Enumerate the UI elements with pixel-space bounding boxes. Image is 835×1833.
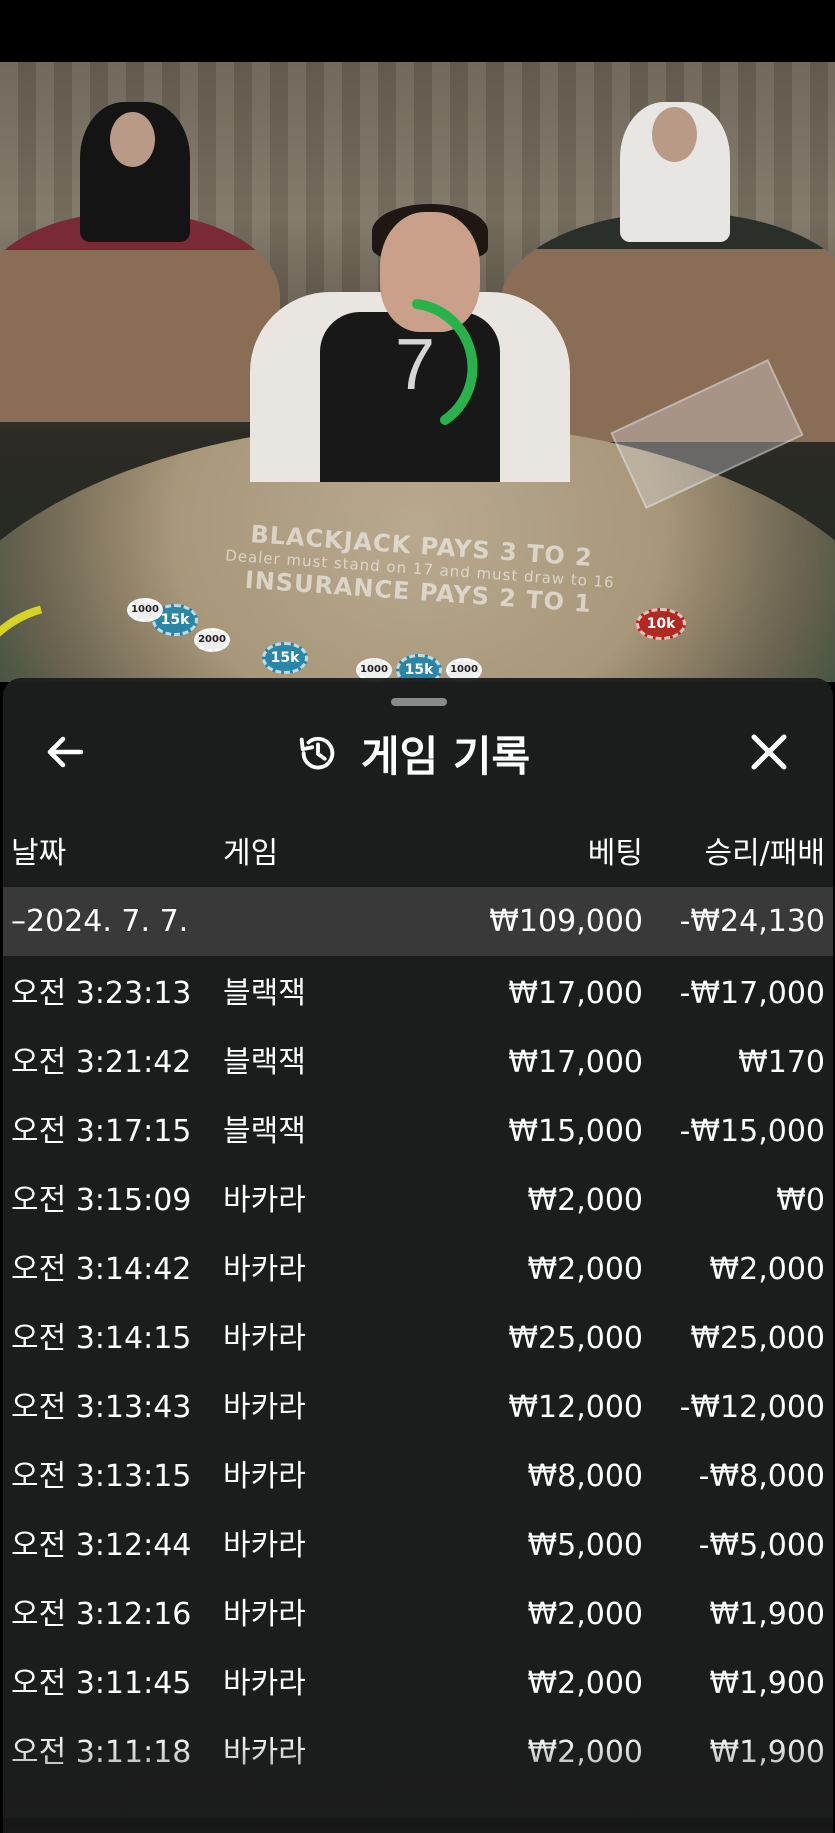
history-row[interactable]: 오전 3:13:15 바카라 ₩8,000 -₩8,000 [3, 1442, 833, 1511]
row-win-loss: -₩12,000 [679, 1390, 825, 1425]
countdown-timer: 7 [394, 325, 436, 405]
history-row[interactable]: 오전 3:13:43 바카라 ₩12,000 -₩12,000 [3, 1373, 833, 1442]
row-time: 오전 3:23:13 [11, 976, 192, 1011]
row-game: 바카라 [223, 1459, 306, 1494]
row-win-loss: ₩1,900 [709, 1597, 825, 1632]
panel-title: 게임 기록 [361, 731, 531, 781]
history-row[interactable]: 오전 3:21:42 블랙잭 ₩17,000 ₩170 [3, 1028, 833, 1097]
row-game: 바카라 [223, 1321, 306, 1356]
row-win-loss: ₩2,000 [709, 1252, 825, 1287]
live-dealer-video: BLACKJACK PAYS 3 TO 2 Dealer must stand … [0, 62, 835, 682]
row-time: 오전 3:21:42 [11, 1045, 192, 1080]
history-row[interactable]: 오전 3:14:42 바카라 ₩2,000 ₩2,000 [3, 1235, 833, 1304]
history-clock-icon [299, 736, 335, 770]
row-bet: ₩12,000 [508, 1390, 643, 1425]
history-row[interactable]: 오전 3:17:15 블랙잭 ₩15,000 -₩15,000 [3, 1097, 833, 1166]
column-header-game: 게임 [223, 836, 279, 871]
row-time: 오전 3:14:42 [11, 1252, 192, 1287]
row-bet: ₩15,000 [508, 1114, 643, 1149]
row-game: 바카라 [223, 1597, 306, 1632]
chip: 10k [636, 608, 686, 640]
row-game: 바카라 [223, 1390, 306, 1425]
row-game: 블랙잭 [223, 1114, 306, 1149]
row-time: 오전 3:12:16 [11, 1597, 192, 1632]
list-fade-overlay [3, 1733, 833, 1833]
row-time: 오전 3:11:45 [11, 1666, 192, 1701]
column-header-bet: 베팅 [587, 836, 643, 871]
chip: 1000 [127, 598, 163, 622]
row-win-loss: -₩5,000 [698, 1528, 825, 1563]
row-win-loss: -₩17,000 [679, 976, 825, 1011]
arrow-left-icon[interactable] [41, 728, 89, 776]
status-bar [0, 0, 835, 62]
history-row[interactable]: 오전 3:12:16 바카라 ₩2,000 ₩1,900 [3, 1580, 833, 1649]
history-row[interactable]: 오전 3:11:45 바카라 ₩2,000 ₩1,900 [3, 1649, 833, 1718]
row-win-loss: ₩170 [738, 1045, 825, 1080]
row-time: 오전 3:17:15 [11, 1114, 192, 1149]
column-header-win-loss: 승리/패배 [704, 836, 825, 871]
row-bet: ₩8,000 [527, 1459, 643, 1494]
row-game: 바카라 [223, 1183, 306, 1218]
row-time: 오전 3:13:15 [11, 1459, 192, 1494]
row-time: 오전 3:14:15 [11, 1321, 192, 1356]
history-row[interactable]: 오전 3:23:13 블랙잭 ₩17,000 -₩17,000 [3, 959, 833, 1028]
row-win-loss: -₩15,000 [679, 1114, 825, 1149]
history-row[interactable]: 오전 3:14:15 바카라 ₩25,000 ₩25,000 [3, 1304, 833, 1373]
row-time: 오전 3:15:09 [11, 1183, 192, 1218]
row-bet: ₩2,000 [527, 1183, 643, 1218]
row-bet: ₩5,000 [527, 1528, 643, 1563]
history-row[interactable]: 오전 3:12:44 바카라 ₩5,000 -₩5,000 [3, 1511, 833, 1580]
chip: 15k [262, 642, 308, 674]
day-summary-row[interactable]: –2024. 7. 7. ₩109,000 -₩24,130 [3, 887, 833, 956]
row-game: 블랙잭 [223, 1045, 306, 1080]
row-bet: ₩17,000 [508, 1045, 643, 1080]
summary-win-loss: -₩24,130 [679, 904, 825, 939]
row-win-loss: ₩1,900 [709, 1666, 825, 1701]
panel-title-group: 게임 기록 [295, 718, 530, 788]
row-bet: ₩2,000 [527, 1597, 643, 1632]
row-time: 오전 3:12:44 [11, 1528, 192, 1563]
row-bet: ₩17,000 [508, 976, 643, 1011]
panel-header: 게임 기록 [3, 718, 833, 788]
game-history-panel: 게임 기록 날짜 게임 베팅 승리/패배 –2024. 7. 7. ₩109,0… [3, 678, 833, 1833]
row-bet: ₩2,000 [527, 1666, 643, 1701]
row-game: 바카라 [223, 1252, 306, 1287]
row-win-loss: ₩25,000 [690, 1321, 825, 1356]
row-time: 오전 3:13:43 [11, 1390, 192, 1425]
row-win-loss: -₩8,000 [698, 1459, 825, 1494]
history-row[interactable]: 오전 3:15:09 바카라 ₩2,000 ₩0 [3, 1166, 833, 1235]
column-header-date: 날짜 [11, 836, 67, 871]
drag-handle[interactable] [391, 698, 447, 706]
chip: 2000 [194, 628, 230, 652]
summary-bet: ₩109,000 [489, 904, 643, 939]
background-dealer-right [620, 102, 730, 242]
row-game: 바카라 [223, 1666, 306, 1701]
row-bet: ₩2,000 [527, 1252, 643, 1287]
row-game: 바카라 [223, 1528, 306, 1563]
row-game: 블랙잭 [223, 976, 306, 1011]
background-dealer-left [80, 102, 190, 242]
row-bet: ₩25,000 [508, 1321, 643, 1356]
summary-date: –2024. 7. 7. [11, 904, 189, 939]
row-win-loss: ₩0 [776, 1183, 825, 1218]
close-icon[interactable] [745, 728, 793, 776]
